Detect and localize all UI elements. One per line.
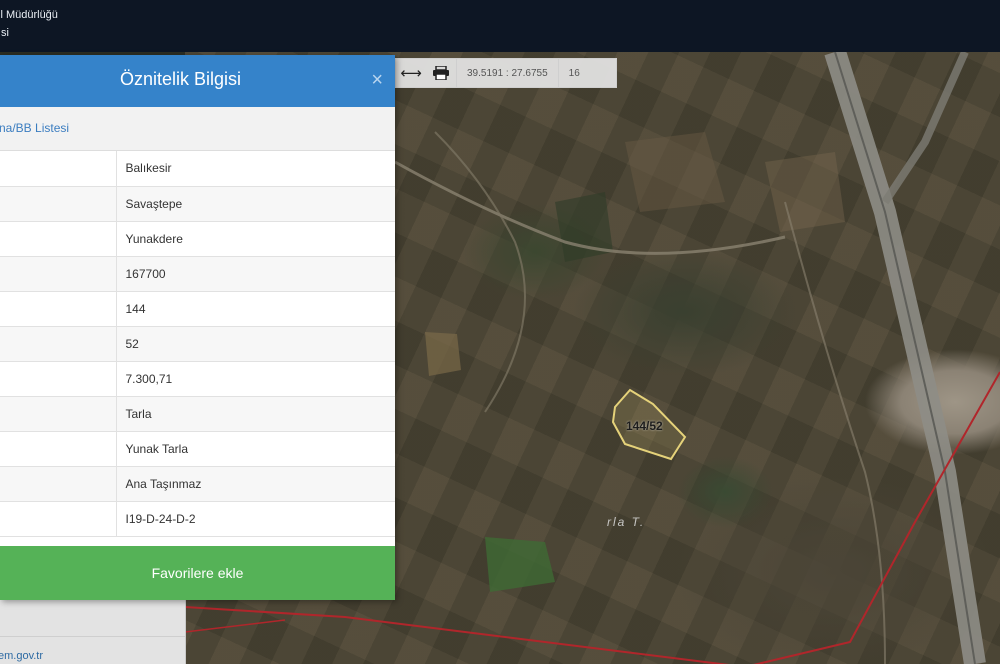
zoom-level: 16 — [557, 59, 590, 87]
attribute-value: 52 — [116, 326, 395, 362]
attribute-value: 144 — [116, 291, 395, 327]
table-row: Tarla — [0, 396, 395, 432]
add-favorite-button[interactable]: Favorilere ekle — [0, 546, 395, 600]
attribute-value: Tarla — [116, 396, 395, 432]
coordinate-readout: 39.5191 : 27.6755 — [456, 59, 558, 87]
attribute-value: Ana Taşınmaz — [116, 466, 395, 502]
attribute-key — [0, 256, 117, 292]
attribute-key — [0, 221, 117, 257]
parcel-label[interactable]: 144/52 — [626, 419, 663, 433]
attribute-value: I19-D-24-D-2 — [116, 501, 395, 537]
attribute-key — [0, 326, 117, 362]
list-link[interactable]: na/BB Listesi — [0, 121, 69, 135]
table-row: 7.300,71 — [0, 361, 395, 397]
top-bar-subtitle: ısi — [0, 27, 9, 39]
table-row: Balıkesir — [0, 151, 395, 187]
table-row: Yunak Tarla — [0, 431, 395, 467]
table-row: Savaştepe — [0, 186, 395, 222]
table-row: I19-D-24-D-2 — [0, 501, 395, 537]
attribute-value: Balıkesir — [116, 151, 395, 187]
map-toolbar: ⟷ 39.5191 : 27.6755 16 — [395, 58, 617, 88]
attribute-value: Yunakdere — [116, 221, 395, 257]
table-row: Ana Taşınmaz — [0, 466, 395, 502]
measure-distance-icon[interactable]: ⟷ — [396, 59, 426, 87]
top-bar-title: il Müdürlüğü — [0, 9, 58, 21]
attribute-key — [0, 186, 117, 222]
attribute-table: Balıkesir Savaştepe Yunakdere 167700 144… — [0, 151, 395, 537]
panel-subheader: na/BB Listesi — [0, 107, 395, 151]
panel-header: Öznitelik Bilgisi × — [0, 55, 395, 107]
attribute-key — [0, 291, 117, 327]
table-row: Yunakdere — [0, 221, 395, 257]
table-row: 52 — [0, 326, 395, 362]
attribute-value: Savaştepe — [116, 186, 395, 222]
divider — [0, 636, 185, 637]
attribute-key — [0, 466, 117, 502]
attribute-key — [0, 151, 117, 187]
attribute-key — [0, 396, 117, 432]
attribute-panel: Öznitelik Bilgisi × na/BB Listesi Balıke… — [0, 55, 395, 600]
print-icon[interactable] — [426, 59, 456, 87]
footer-link[interactable]: em.gov.tr — [0, 650, 43, 662]
attribute-value: 167700 — [116, 256, 395, 292]
attribute-value: 7.300,71 — [116, 361, 395, 397]
table-row: 144 — [0, 291, 395, 327]
close-icon[interactable]: × — [371, 70, 383, 90]
map-place-label: rla T. — [607, 515, 646, 529]
panel-title: Öznitelik Bilgisi — [119, 69, 242, 89]
top-bar: il Müdürlüğü ısi — [0, 0, 1000, 52]
attribute-key — [0, 501, 117, 537]
attribute-key — [0, 361, 117, 397]
table-row: 167700 — [0, 256, 395, 292]
attribute-key — [0, 431, 117, 467]
attribute-value: Yunak Tarla — [116, 431, 395, 467]
